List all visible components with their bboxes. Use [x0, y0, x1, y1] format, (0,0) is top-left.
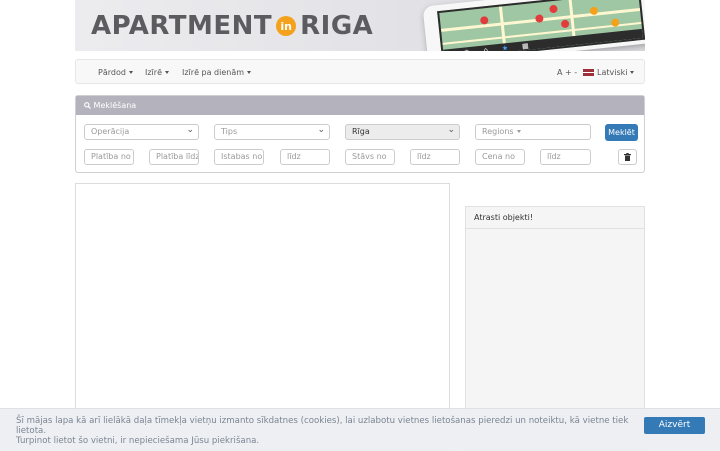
rooms-from-input[interactable]: Istabas no: [214, 149, 264, 165]
cookie-message-line1: Šī mājas lapa kā arī lielākā daļa tīmekļ…: [16, 416, 629, 436]
main-navbar: Pārdod Izīrē Izīrē pa dienām A + - Latvi…: [75, 59, 645, 84]
caret-down-icon: [165, 71, 169, 74]
rooms-to-input[interactable]: līdz: [280, 149, 330, 165]
caret-down-icon: [630, 71, 635, 74]
cookie-consent-bar: Šī mājas lapa kā arī lielākā daļa tīmekļ…: [0, 408, 720, 451]
floor-to-input[interactable]: līdz: [410, 149, 460, 165]
nav-item-rent[interactable]: Izīrē: [145, 68, 169, 77]
caret-down-icon: [516, 130, 521, 133]
area-to-input[interactable]: Platība līdz: [149, 149, 199, 165]
language-label: Latviski: [597, 68, 628, 77]
logo-in-badge: in: [276, 16, 297, 36]
floor-from-input[interactable]: Stāvs no: [345, 149, 395, 165]
caret-down-icon: [247, 71, 252, 74]
search-panel: Meklēšana Operācija Tips Rīga Regions Me…: [75, 95, 645, 173]
search-panel-header: Meklēšana: [76, 96, 644, 115]
cookie-message-line2: Turpinot lietot šo vietni, ir nepiecieša…: [16, 436, 260, 446]
nav-item-label: Izīrē pa dienām: [182, 68, 245, 77]
logo-text-riga: RIGA: [300, 11, 374, 41]
header-banner: APARTMENT in RIGA ◉ ⌂ ★ ▦: [75, 0, 645, 51]
camera-icon: ◉: [463, 48, 470, 51]
price-from-input[interactable]: Cena no: [475, 149, 525, 165]
star-icon: ★: [501, 43, 509, 51]
search-icon: [84, 101, 94, 110]
type-select[interactable]: Tips: [214, 124, 330, 140]
search-panel-title: Meklēšana: [93, 101, 137, 110]
grid-icon: ▦: [521, 41, 530, 51]
latvia-flag-icon: [583, 69, 594, 76]
language-selector[interactable]: Latviski: [583, 68, 635, 77]
area-from-input[interactable]: Platība no: [84, 149, 134, 165]
nav-item-label: Izīrē: [145, 68, 162, 77]
trash-icon: [624, 153, 631, 161]
cookie-close-button[interactable]: Aizvērt: [644, 417, 705, 434]
logo-text-apartment: APARTMENT: [91, 11, 273, 41]
clear-filters-button[interactable]: [618, 149, 637, 165]
font-size-control[interactable]: A + -: [557, 68, 577, 77]
nav-item-label: Pārdod: [98, 68, 126, 77]
home-icon: ⌂: [483, 45, 489, 51]
site-logo[interactable]: APARTMENT in RIGA: [91, 11, 373, 41]
tablet-map-screen: ◉ ⌂ ★ ▦: [437, 0, 645, 51]
tablet-map-illustration: ◉ ⌂ ★ ▦: [422, 0, 645, 51]
price-to-input[interactable]: līdz: [540, 149, 591, 165]
operation-select[interactable]: Operācija: [84, 124, 199, 140]
search-button[interactable]: Meklēt: [605, 124, 638, 141]
results-title: Atrasti objekti!: [466, 207, 644, 229]
regions-dropdown[interactable]: Regions: [475, 124, 591, 140]
city-select[interactable]: Rīga: [345, 124, 460, 140]
nav-item-daily-rent[interactable]: Izīrē pa dienām: [182, 68, 252, 77]
caret-down-icon: [128, 71, 133, 74]
cookie-message: Šī mājas lapa kā arī lielākā daļa tīmekļ…: [16, 416, 631, 446]
regions-label: Regions: [482, 127, 514, 136]
nav-item-sell[interactable]: Pārdod: [98, 68, 133, 77]
